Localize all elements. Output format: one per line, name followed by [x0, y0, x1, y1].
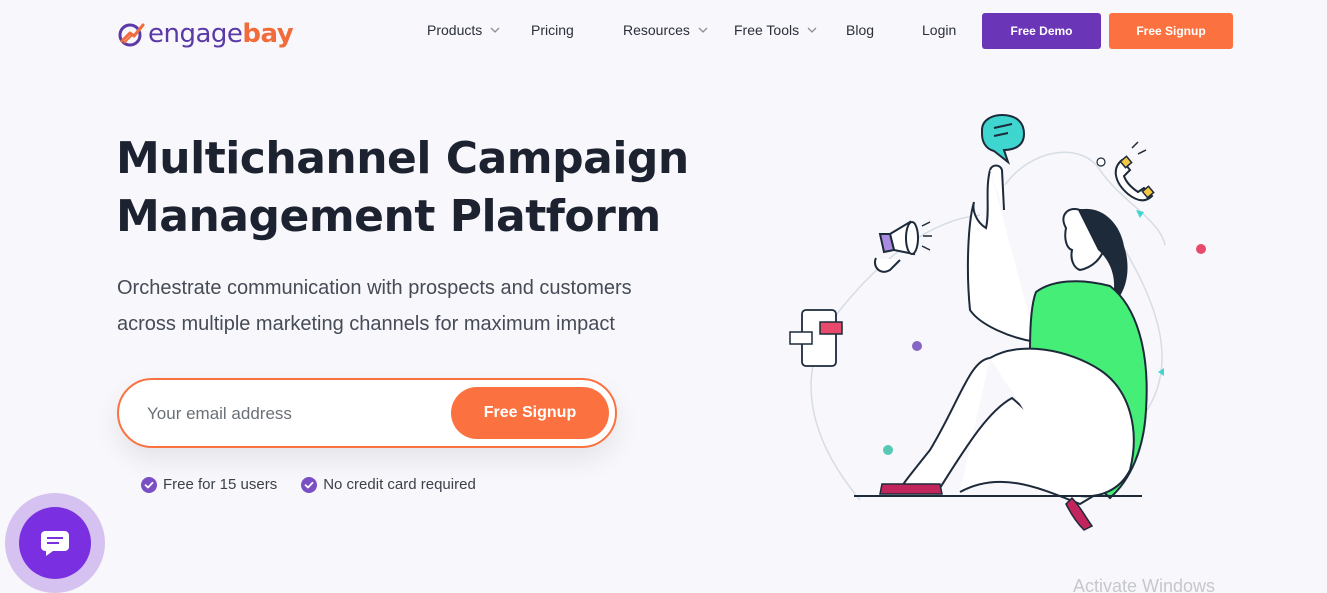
megaphone-icon	[874, 220, 932, 273]
free-signup-button[interactable]: Free Signup	[451, 387, 609, 439]
hero-title: Multichannel Campaign Management Platfor…	[116, 130, 716, 246]
logo-text-bay: bay	[242, 19, 294, 49]
site-header: engagebay Products Pricing Resources Fre…	[0, 0, 1327, 66]
hero-subtitle-line1: Orchestrate communication with prospects…	[117, 277, 632, 299]
nav-blog[interactable]: Blog	[846, 22, 874, 38]
hero-subtitle: Orchestrate communication with prospects…	[117, 270, 657, 342]
hero-illustration	[789, 113, 1206, 531]
nav-free-tools-label: Free Tools	[734, 22, 800, 38]
free-demo-button[interactable]: Free Demo	[982, 13, 1101, 49]
chat-widget	[5, 493, 105, 593]
person-figure	[854, 164, 1148, 531]
nav-products-label: Products	[427, 22, 483, 38]
phone-icon	[1114, 141, 1155, 202]
mobile-device-icon	[789, 309, 843, 367]
chevron-down-icon	[807, 27, 817, 33]
check-circle-icon	[141, 476, 157, 493]
nav-pricing[interactable]: Pricing	[531, 22, 574, 38]
engagebay-logo-icon	[118, 23, 145, 47]
message-bubble-icon	[981, 113, 1026, 165]
chat-icon	[41, 531, 69, 556]
chevron-down-icon	[490, 27, 500, 33]
email-input[interactable]	[147, 398, 437, 430]
nav-resources-label: Resources	[623, 22, 690, 38]
check-circle-icon	[301, 476, 318, 493]
activate-windows-watermark: Activate Windows	[1073, 576, 1216, 593]
nav-pricing-label: Pricing	[531, 22, 574, 38]
perks-list: Free for 15 users No credit card require…	[141, 476, 476, 493]
hero-title-line1: Multichannel Campaign	[116, 133, 689, 184]
nav-blog-label: Blog	[846, 22, 875, 38]
nav-free-tools[interactable]: Free Tools	[734, 22, 817, 38]
hero-subtitle-line2: across multiple marketing channels for m…	[117, 313, 615, 335]
free-signup-header-button[interactable]: Free Signup	[1109, 13, 1233, 49]
chat-button[interactable]	[19, 507, 91, 579]
nav-login[interactable]: Login	[922, 22, 956, 38]
nav-login-label: Login	[922, 22, 957, 38]
hero-title-line2: Management Platform	[116, 191, 661, 242]
logo-text-engage: engage	[148, 19, 243, 49]
perk-item: No credit card required	[301, 476, 476, 493]
logo[interactable]: engagebay	[116, 16, 294, 52]
perk-label: No credit card required	[323, 476, 476, 493]
signup-form: Free Signup	[117, 378, 617, 448]
perk-item: Free for 15 users	[141, 476, 277, 493]
nav-resources[interactable]: Resources	[623, 22, 708, 38]
chevron-down-icon	[698, 27, 708, 33]
nav-products[interactable]: Products	[427, 22, 500, 38]
perk-label: Free for 15 users	[163, 476, 278, 493]
